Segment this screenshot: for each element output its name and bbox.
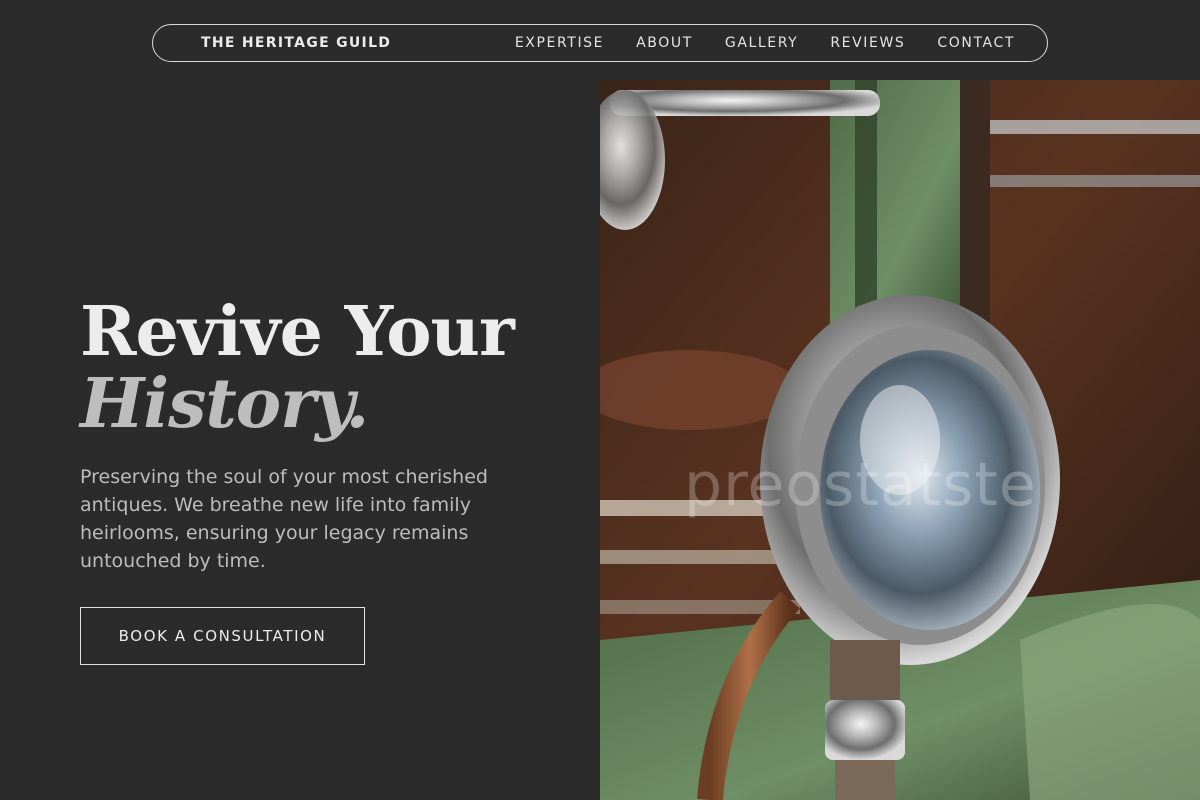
book-consultation-button[interactable]: BOOK A CONSULTATION <box>80 607 365 665</box>
nav-link-expertise[interactable]: EXPERTISE <box>515 35 604 51</box>
page: THE HERITAGE GUILD EXPERTISE ABOUT GALLE… <box>0 0 1200 800</box>
top-navigation: THE HERITAGE GUILD EXPERTISE ABOUT GALLE… <box>152 24 1048 62</box>
image-watermark: preostatste <box>684 450 1037 520</box>
hero-title-line-1: Revive Your <box>80 292 515 372</box>
hero-description: Preserving the soul of your most cherish… <box>80 466 488 572</box>
nav-link-contact[interactable]: CONTACT <box>937 35 1015 51</box>
hero-title-line-2: History. <box>80 364 369 444</box>
hero-title: Revive Your History. <box>80 296 515 444</box>
nav-link-reviews[interactable]: REVIEWS <box>830 35 905 51</box>
nav-links: EXPERTISE ABOUT GALLERY REVIEWS CONTACT <box>515 35 1015 51</box>
headlamp-illustration <box>600 80 1200 800</box>
hero-image-vintage-headlamp: preostatste <box>600 80 1200 800</box>
nav-link-gallery[interactable]: GALLERY <box>725 35 798 51</box>
nav-link-about[interactable]: ABOUT <box>636 35 693 51</box>
brand-logo-link[interactable]: THE HERITAGE GUILD <box>201 35 391 51</box>
